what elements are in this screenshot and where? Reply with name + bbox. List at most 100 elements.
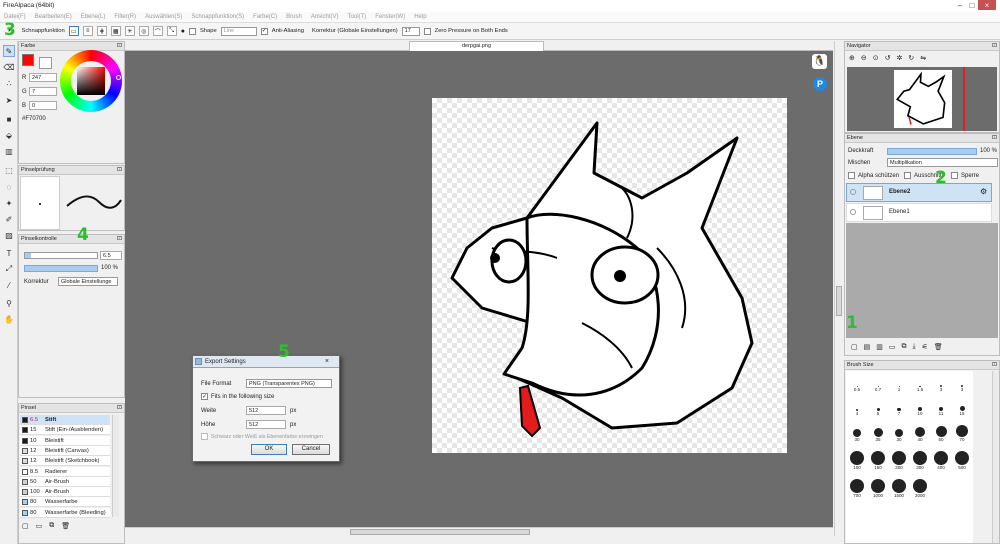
transform-tool-icon[interactable]: ⤢ [3,263,15,275]
fill-tool-icon[interactable]: ■ [3,113,15,125]
new-brush-icon[interactable]: ▢ [22,522,29,530]
rotate-reset-icon[interactable]: ✲ [897,54,903,62]
brush-size-option[interactable]: 50 [932,423,950,442]
p-icon[interactable]: P [813,77,827,91]
layer-row[interactable]: Ebene1 [846,203,992,222]
pin-icon[interactable]: ⊡ [117,235,122,244]
pen-tool-icon[interactable]: ✎ [3,45,15,57]
menu-brush[interactable]: Brush [286,12,302,22]
dialog-close-icon[interactable]: × [325,356,329,368]
brush-size-option[interactable]: 40 [911,423,929,442]
ok-button[interactable]: OK [251,444,287,455]
brush-size-option[interactable]: 15 [953,397,971,416]
brush-size-option[interactable]: 35 [869,423,887,442]
zero-pressure-checkbox[interactable] [423,27,431,35]
brush-size-option[interactable]: 200 [890,451,908,470]
antialias-checkbox[interactable]: ✓ [260,27,268,35]
brush-list-item[interactable]: 15 Stift (Ein-/Ausblenden) [20,425,110,436]
minimize-icon[interactable]: – [954,0,966,10]
brush-size-option[interactable]: 300 [911,451,929,470]
menu-window[interactable]: Fenster(W) [375,12,405,22]
snap-parallel-icon[interactable]: ≡ [82,26,93,36]
pin-icon[interactable]: ⊡ [117,404,122,413]
color-wheel[interactable] [60,50,122,112]
blend-mode-select[interactable]: Multiplikation [887,158,998,167]
menu-tool[interactable]: Tool(T) [348,12,367,22]
brush-size-option[interactable]: 0.7 [869,373,887,392]
brush-size-option[interactable]: 7 [890,397,908,416]
width-input[interactable]: 512 [246,406,286,415]
fit-size-checkbox[interactable]: ✓ [201,393,208,400]
select-eraser-icon[interactable]: ▨ [3,229,15,241]
size-input[interactable]: 6.5 [100,251,122,260]
brush-list-item[interactable]: 80 Wasserfarbe (Bleeding) [20,507,110,518]
brush-size-option[interactable]: 10 [911,397,929,416]
navigator-view-frame[interactable] [963,67,965,131]
select-pen-icon[interactable]: ✐ [3,213,15,225]
layer-properties-icon[interactable]: ⚟ [922,343,928,351]
snap-circle-icon[interactable]: ◎ [138,26,149,36]
layer-settings-icon[interactable]: ⚙ [980,187,987,196]
new-1bit-layer-icon[interactable]: ▥ [876,343,883,351]
brush-size-option[interactable]: 70 [953,423,971,442]
correction-select[interactable]: Globale Einstellunge [58,277,118,286]
menu-snap[interactable]: Schnappfunktion(S) [191,12,244,22]
brush-list-item[interactable]: 10 Bleistift [20,435,110,446]
hand-tool-icon[interactable]: ✋ [3,313,15,325]
horizontal-scrollbar[interactable] [125,527,833,536]
brush-size-option[interactable]: 150 [869,451,887,470]
new-8bit-layer-icon[interactable]: ▤ [864,343,871,351]
brush-size-option[interactable]: 4 [848,397,866,416]
snap-off-icon[interactable]: ▭ [68,26,79,36]
brush-list-item[interactable]: 8.5 Radierer [20,466,110,477]
hue-marker[interactable] [116,75,121,80]
shape-select[interactable]: Line [220,26,257,36]
new-folder-icon[interactable]: ▭ [889,343,896,351]
pin-icon[interactable]: ⊡ [992,42,997,51]
pin-icon[interactable]: ⊡ [992,134,997,143]
opacity-slider[interactable] [24,265,98,272]
lasso-tool-icon[interactable]: ◌ [3,181,15,193]
layer-row[interactable]: Ebene2 ⚙ [846,183,992,202]
vertical-scrollbar[interactable] [834,41,843,536]
new-layer-icon[interactable]: ▢ [851,343,858,351]
merge-down-icon[interactable]: ⤓ [913,343,916,351]
g-input[interactable]: 7 [29,87,57,96]
brush-size-option[interactable]: 30 [848,423,866,442]
snap-perspective-icon[interactable]: ⤡ [166,26,177,36]
color-square[interactable] [77,67,105,95]
snap-radial-icon[interactable]: ✳ [124,26,135,36]
brush-list-item[interactable]: 6.5 Stift [20,415,110,425]
brush-list-item[interactable]: 50 Air-Brush [20,476,110,487]
pin-icon[interactable]: ⊡ [117,166,122,175]
brush-size-option[interactable]: 2000 [911,479,929,498]
menu-layer[interactable]: Ebene(L) [81,12,106,22]
snap-curve-icon[interactable]: ⌒ [152,26,163,36]
brush-size-option[interactable]: 400 [932,451,950,470]
delete-brush-icon[interactable]: 🗑 [61,522,70,530]
visibility-icon[interactable] [850,209,856,215]
snap-cross-icon[interactable]: ⋕ [96,26,107,36]
delete-layer-icon[interactable]: 🗑 [934,343,943,351]
zoom-in-icon[interactable]: ⊕ [849,54,855,62]
height-input[interactable]: 512 [246,420,286,429]
move-tool-icon[interactable]: ➤ [3,94,15,106]
brush-size-option[interactable]: 5 [869,397,887,416]
select-tool-icon[interactable]: ⬚ [3,164,15,176]
brush-size-option[interactable]: 1500 [890,479,908,498]
r-input[interactable]: 247 [29,73,57,82]
primary-color-swatch[interactable] [22,54,34,66]
protect-alpha-checkbox[interactable] [848,172,855,179]
brush-size-scrollbar[interactable] [992,371,999,543]
file-format-select[interactable]: PNG (Transparentes PNG) [246,379,332,388]
rotate-right-icon[interactable]: ↻ [908,54,914,62]
menu-filter[interactable]: Filter(R) [114,12,136,22]
secondary-color-swatch[interactable] [39,57,52,69]
zoom-out-icon[interactable]: ⊖ [861,54,867,62]
brush-size-option[interactable]: 0.5 [848,373,866,392]
snap-grid-icon[interactable]: ▦ [110,26,121,36]
layer-opacity-slider[interactable] [887,148,977,155]
correction-select[interactable]: 17 [401,26,420,36]
brush-size-option[interactable]: 30 [890,423,908,442]
navigator-preview[interactable] [847,67,997,131]
